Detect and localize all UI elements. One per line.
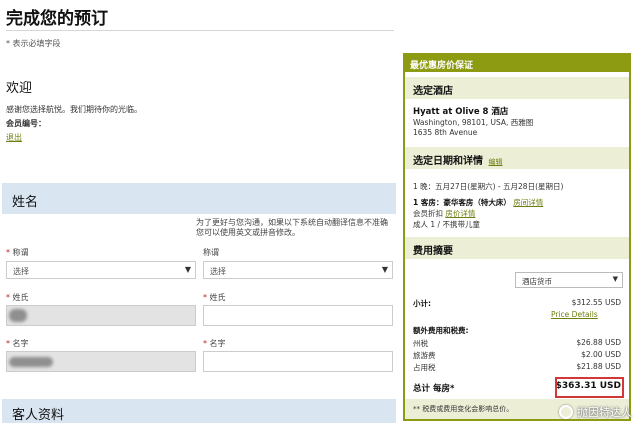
redacted-text <box>9 309 27 322</box>
extra-fees-label: 额外费用和税费: <box>413 326 469 335</box>
title-label-right: 称谓 <box>203 248 219 257</box>
room-details-link[interactable]: 房间详情 <box>513 198 543 207</box>
fee-summary-section: 费用摘要 <box>405 237 629 259</box>
title-select-right[interactable]: 选择 ▼ <box>203 261 393 279</box>
hotel-address-line2: 1635 8th Avenue <box>413 128 478 137</box>
title-divider <box>6 30 394 31</box>
rate-details-link[interactable]: 房价详情 <box>445 209 475 218</box>
dropdown-caret-icon: ▼ <box>381 265 388 274</box>
last-name-input-left[interactable] <box>6 305 196 326</box>
occupancy-tax-value: $21.88 USD <box>576 362 621 371</box>
name-section-header: 姓名 <box>2 183 396 214</box>
tourism-fee-value: $2.00 USD <box>581 350 621 359</box>
guest-count: 成人 1 / 不携带儿童 <box>413 220 480 229</box>
watermark: 抛因特达人 <box>559 404 632 420</box>
required-marker: * <box>203 293 207 302</box>
room-type: 1 客房：豪华客房（特大床） 房间详情 <box>413 198 544 207</box>
last-name-label-right: * 姓氏 <box>203 293 226 302</box>
guest-profile-title: 客人资料 <box>12 408 65 423</box>
translation-help-note: 为了更好与您沟通，如果以下系统自动翻译信息不准确您可以使用英文或拼音修改。 <box>196 218 388 237</box>
best-rate-guarantee-header: 最优惠房价保证 <box>405 55 629 72</box>
member-number-label: 会员编号： <box>6 119 46 128</box>
welcome-heading: 欢迎 <box>6 81 33 96</box>
dropdown-caret-icon: ▼ <box>612 275 618 283</box>
welcome-message: 感谢您选择航悦。我们期待你的光临。 <box>6 105 142 114</box>
last-name-label-left: * 姓氏 <box>6 293 29 302</box>
subtotal-label: 小计: <box>413 299 431 308</box>
required-fields-note: * 表示必填字段 <box>6 39 61 48</box>
total-label: 总计 每房* <box>413 384 455 394</box>
occupancy-tax-label: 占用税 <box>413 363 436 372</box>
subtotal-value: $312.55 USD <box>571 298 621 307</box>
required-marker: * <box>203 339 207 348</box>
hotel-address-line1: Washington, 98101, USA, 西雅图 <box>413 118 534 127</box>
state-tax-value: $26.88 USD <box>576 338 621 347</box>
booking-summary-card: 最优惠房价保证 选定酒店 Hyatt at Olive 8 酒店 Washing… <box>403 53 631 421</box>
dropdown-caret-icon: ▼ <box>184 265 191 274</box>
edit-dates-link[interactable]: 编辑 <box>488 158 502 166</box>
hotel-name: Hyatt at Olive 8 酒店 <box>413 107 509 117</box>
currency-select[interactable]: 酒店货币 ▼ <box>515 272 623 288</box>
required-marker: * <box>6 248 10 257</box>
required-marker: * <box>6 339 10 348</box>
first-name-label-right: * 名字 <box>203 339 226 348</box>
page-title: 完成您的预订 <box>6 9 108 29</box>
stay-nights: 1 晚：五月27日(星期六) - 五月28日(星期日) <box>413 182 564 191</box>
tourism-fee-label: 旅游费 <box>413 351 436 360</box>
first-name-input-right[interactable] <box>203 351 393 372</box>
first-name-input-left[interactable] <box>6 351 196 372</box>
price-details-link[interactable]: Price Details <box>551 310 598 319</box>
watermark-logo-icon <box>559 405 573 419</box>
name-section-title: 姓名 <box>12 195 39 210</box>
first-name-label-left: * 名字 <box>6 339 29 348</box>
guest-profile-section-header: 客人资料 <box>2 399 396 423</box>
logout-link[interactable]: 退出 <box>6 132 22 143</box>
state-tax-label: 州税 <box>413 339 428 348</box>
required-marker: * <box>6 293 10 302</box>
rate-type: 会员折扣 房价详情 <box>413 209 476 218</box>
redacted-text <box>9 357 53 367</box>
title-select-left[interactable]: 选择 ▼ <box>6 261 196 279</box>
tax-footnote: ** 税费或费用变化会影响总价。 <box>413 405 514 413</box>
total-highlight-box <box>555 377 624 398</box>
dates-details-section: 选定日期和详情 编辑 <box>405 147 629 169</box>
selected-hotel-section: 选定酒店 <box>405 77 629 99</box>
last-name-input-right[interactable] <box>203 305 393 326</box>
title-label-left: * 称谓 <box>6 248 29 257</box>
